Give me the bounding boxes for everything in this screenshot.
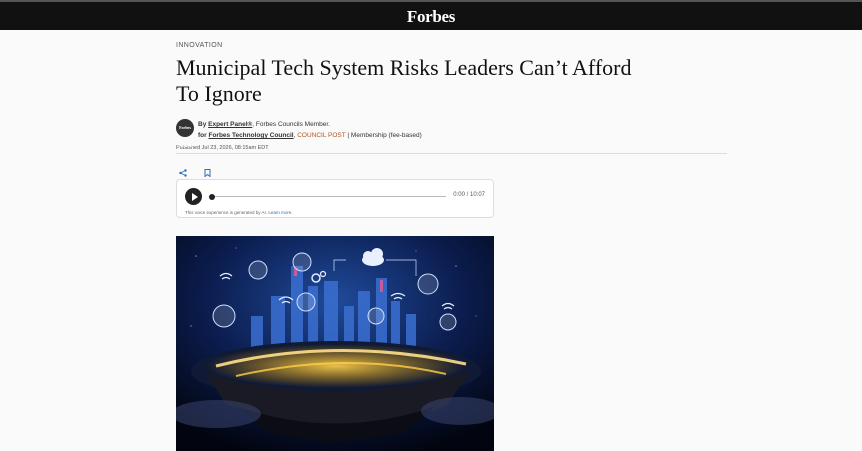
audio-player: 0:00 / 10:07 This voice experience is ge… <box>176 179 494 218</box>
divider <box>176 153 727 154</box>
byline-by: By <box>198 121 207 128</box>
bookmark-icon[interactable] <box>202 169 212 179</box>
audio-progress-handle[interactable] <box>209 193 215 200</box>
article-header: INNOVATION Municipal Tech System Risks L… <box>176 38 736 151</box>
author-avatar[interactable]: Forbes Councils <box>176 119 194 148</box>
audio-time: 0:00 / 10:07 <box>453 192 485 198</box>
ai-voice-note: This voice experience is generated by AI… <box>185 210 293 215</box>
author-role: , Forbes Councils Member. <box>252 121 330 128</box>
forbes-logo[interactable]: Forbes <box>0 7 862 27</box>
play-icon[interactable] <box>185 188 202 205</box>
share-icon[interactable] <box>178 169 188 179</box>
author-link[interactable]: Expert Panel® <box>208 121 252 128</box>
byline-separator: , <box>293 132 296 139</box>
published-date: Published Jul 23, 2026, 08:15am EDT <box>176 145 269 151</box>
hero-image <box>176 236 494 451</box>
ai-voice-note-text: This voice experience is generated by AI… <box>185 210 268 215</box>
top-nav-bar: Forbes <box>0 0 862 30</box>
council-post-label[interactable]: COUNCIL POST <box>297 132 345 139</box>
byline-for: for <box>198 132 207 139</box>
learn-more-link[interactable]: Learn more. <box>268 210 292 215</box>
article-title: Municipal Tech System Risks Leaders Can’… <box>176 55 632 106</box>
audio-progress-track[interactable] <box>213 196 446 197</box>
membership-note: | Membership (fee-based) <box>345 132 422 139</box>
council-link[interactable]: Forbes Technology Council <box>208 132 293 139</box>
byline: Forbes Councils By Expert Panel®, Forbes… <box>176 119 736 148</box>
category-label[interactable]: INNOVATION <box>176 42 736 49</box>
byline-text: By Expert Panel®, Forbes Councils Member… <box>198 119 422 141</box>
